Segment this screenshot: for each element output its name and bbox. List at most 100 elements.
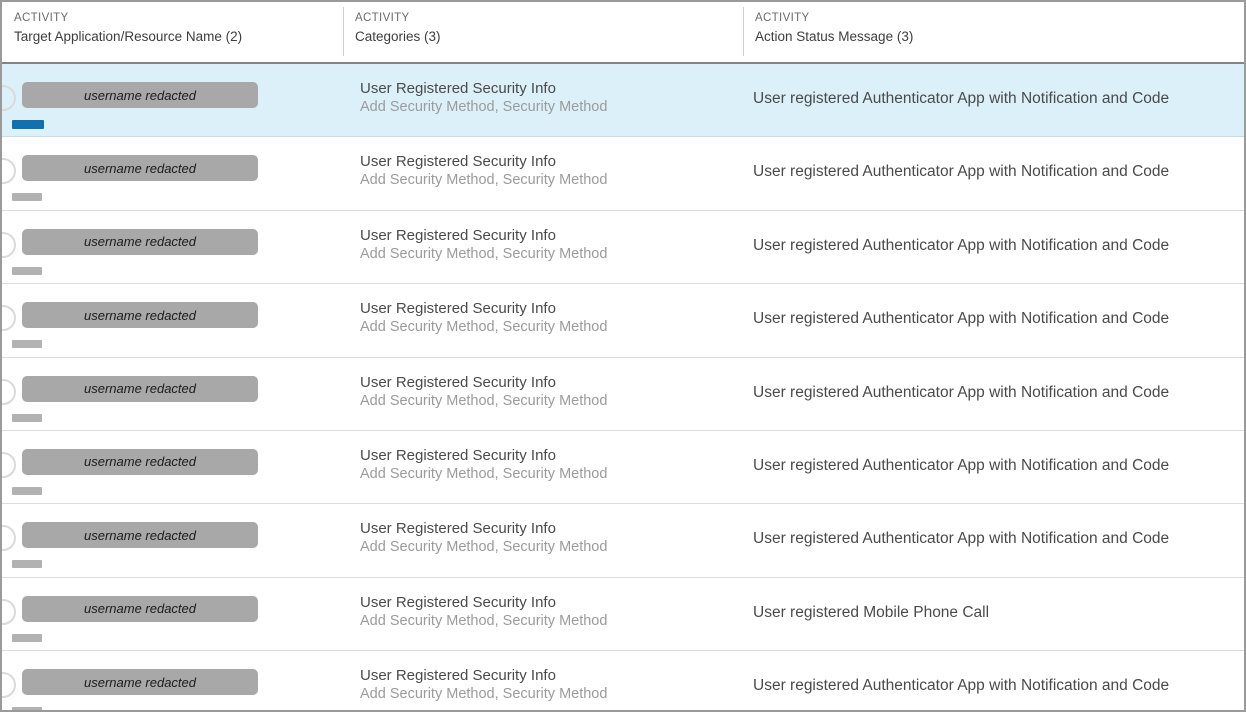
avatar-circle-icon bbox=[2, 598, 16, 625]
action-status-message-label: User registered Authenticator App with N… bbox=[753, 236, 1170, 254]
redacted-username-label: username redacted bbox=[83, 160, 196, 176]
action-status-message-label: User registered Authenticator App with N… bbox=[753, 383, 1170, 401]
redacted-username-pill: username redacted bbox=[22, 375, 258, 402]
redacted-username-pill: username redacted bbox=[22, 595, 258, 622]
cell-target-application: username redacted bbox=[2, 504, 343, 576]
cell-target-application: username redacted bbox=[2, 137, 343, 209]
category-secondary-label: Add Security Method, Security Method bbox=[360, 245, 608, 262]
column-header-target-application[interactable]: ACTIVITY Target Application/Resource Nam… bbox=[2, 2, 343, 62]
redacted-username-label: username redacted bbox=[83, 454, 196, 470]
cell-categories: User Registered Security Info Add Securi… bbox=[343, 504, 743, 576]
action-status-message-label: User registered Authenticator App with N… bbox=[753, 310, 1170, 328]
category-secondary-label: Add Security Method, Security Method bbox=[360, 465, 608, 482]
cell-action-status-message: User registered Authenticator App with N… bbox=[743, 64, 1244, 136]
table-header-row: ACTIVITY Target Application/Resource Nam… bbox=[2, 2, 1244, 64]
table-row[interactable]: username redacted User Registered Securi… bbox=[2, 210, 1244, 285]
category-secondary-label: Add Security Method, Security Method bbox=[360, 539, 608, 556]
redacted-username-pill: username redacted bbox=[22, 155, 258, 182]
category-secondary-label: Add Security Method, Security Method bbox=[360, 319, 608, 336]
cell-action-status-message: User registered Authenticator App with N… bbox=[743, 431, 1244, 503]
cell-action-status-message: User registered Authenticator App with N… bbox=[743, 137, 1244, 209]
column-header-action-status-message[interactable]: ACTIVITY Action Status Message (3) bbox=[743, 2, 1244, 62]
avatar-circle-icon bbox=[2, 231, 16, 258]
column-header-title: Categories (3) bbox=[355, 29, 441, 44]
category-secondary-label: Add Security Method, Security Method bbox=[360, 392, 608, 409]
action-status-message-label: User registered Authenticator App with N… bbox=[753, 456, 1170, 474]
table-row[interactable]: username redacted User Registered Securi… bbox=[2, 651, 1244, 710]
category-primary-label: User Registered Security Info bbox=[360, 593, 556, 611]
category-secondary-label: Add Security Method, Security Method bbox=[360, 172, 608, 189]
category-primary-label: User Registered Security Info bbox=[360, 226, 556, 244]
cell-target-application: username redacted bbox=[2, 578, 343, 650]
cell-categories: User Registered Security Info Add Securi… bbox=[343, 137, 743, 209]
table-row[interactable]: username redacted User Registered Securi… bbox=[2, 577, 1244, 652]
row-indicator-bar bbox=[12, 340, 42, 349]
cell-categories: User Registered Security Info Add Securi… bbox=[343, 651, 743, 710]
redacted-username-pill: username redacted bbox=[22, 302, 258, 329]
table-row[interactable]: username redacted User Registered Securi… bbox=[2, 430, 1244, 505]
category-secondary-label: Add Security Method, Security Method bbox=[360, 686, 608, 703]
column-header-title: Target Application/Resource Name (2) bbox=[14, 29, 243, 44]
redacted-username-label: username redacted bbox=[83, 601, 196, 617]
redacted-username-pill: username redacted bbox=[22, 228, 258, 255]
row-indicator-bar bbox=[12, 633, 42, 642]
column-header-eyebrow: ACTIVITY bbox=[14, 12, 69, 24]
redacted-username-pill: username redacted bbox=[22, 448, 258, 475]
category-secondary-label: Add Security Method, Security Method bbox=[360, 99, 608, 115]
redacted-username-label: username redacted bbox=[83, 381, 196, 397]
row-indicator-bar bbox=[12, 560, 42, 569]
action-status-message-label: User registered Authenticator App with N… bbox=[753, 677, 1170, 695]
action-status-message-label: User registered Mobile Phone Call bbox=[753, 603, 990, 621]
action-status-message-label: User registered Authenticator App with N… bbox=[753, 90, 1170, 107]
redacted-username-label: username redacted bbox=[83, 87, 196, 103]
avatar-circle-icon bbox=[2, 378, 16, 405]
cell-categories: User Registered Security Info Add Securi… bbox=[343, 284, 743, 356]
category-secondary-label: Add Security Method, Security Method bbox=[360, 612, 608, 629]
cell-categories: User Registered Security Info Add Securi… bbox=[343, 64, 743, 136]
cell-target-application: username redacted bbox=[2, 64, 343, 136]
avatar-circle-icon bbox=[2, 158, 16, 185]
redacted-username-label: username redacted bbox=[83, 527, 196, 543]
cell-categories: User Registered Security Info Add Securi… bbox=[343, 578, 743, 650]
cell-action-status-message: User registered Mobile Phone Call bbox=[743, 578, 1244, 650]
cell-categories: User Registered Security Info Add Securi… bbox=[343, 431, 743, 503]
cell-action-status-message: User registered Authenticator App with N… bbox=[743, 284, 1244, 356]
column-header-eyebrow: ACTIVITY bbox=[355, 12, 410, 24]
category-primary-label: User Registered Security Info bbox=[360, 153, 556, 171]
table-row[interactable]: username redacted User Registered Securi… bbox=[2, 64, 1244, 138]
cell-categories: User Registered Security Info Add Securi… bbox=[343, 358, 743, 430]
redacted-username-pill: username redacted bbox=[22, 669, 258, 696]
table-row[interactable]: username redacted User Registered Securi… bbox=[2, 504, 1244, 578]
avatar-circle-icon bbox=[2, 305, 16, 332]
category-primary-label: User Registered Security Info bbox=[360, 446, 556, 464]
action-status-message-label: User registered Authenticator App with N… bbox=[753, 163, 1170, 181]
avatar-circle-icon bbox=[2, 451, 16, 478]
table-row[interactable]: username redacted User Registered Securi… bbox=[2, 137, 1244, 211]
redacted-username-pill: username redacted bbox=[22, 82, 258, 108]
column-header-eyebrow: ACTIVITY bbox=[755, 12, 810, 24]
activity-log-table: ACTIVITY Target Application/Resource Nam… bbox=[0, 0, 1246, 712]
cell-categories: User Registered Security Info Add Securi… bbox=[343, 211, 743, 283]
cell-target-application: username redacted bbox=[2, 211, 343, 283]
category-primary-label: User Registered Security Info bbox=[360, 300, 556, 318]
cell-target-application: username redacted bbox=[2, 358, 343, 430]
row-indicator-bar bbox=[12, 413, 42, 422]
category-primary-label: User Registered Security Info bbox=[360, 520, 556, 538]
cell-action-status-message: User registered Authenticator App with N… bbox=[743, 211, 1244, 283]
category-primary-label: User Registered Security Info bbox=[360, 667, 556, 685]
column-header-title: Action Status Message (3) bbox=[755, 29, 914, 44]
redacted-username-label: username redacted bbox=[83, 674, 196, 690]
cell-action-status-message: User registered Authenticator App with N… bbox=[743, 651, 1244, 710]
column-header-categories[interactable]: ACTIVITY Categories (3) bbox=[343, 2, 743, 62]
avatar-circle-icon bbox=[2, 672, 16, 699]
row-indicator-bar bbox=[12, 120, 44, 129]
redacted-username-label: username redacted bbox=[83, 234, 196, 250]
cell-target-application: username redacted bbox=[2, 651, 343, 710]
row-indicator-bar bbox=[12, 266, 42, 275]
redacted-username-label: username redacted bbox=[83, 307, 196, 323]
row-indicator-bar bbox=[12, 486, 42, 495]
table-row[interactable]: username redacted User Registered Securi… bbox=[2, 284, 1244, 358]
table-body: username redacted User Registered Securi… bbox=[2, 64, 1244, 710]
table-row[interactable]: username redacted User Registered Securi… bbox=[2, 357, 1244, 431]
redacted-username-pill: username redacted bbox=[22, 522, 258, 549]
